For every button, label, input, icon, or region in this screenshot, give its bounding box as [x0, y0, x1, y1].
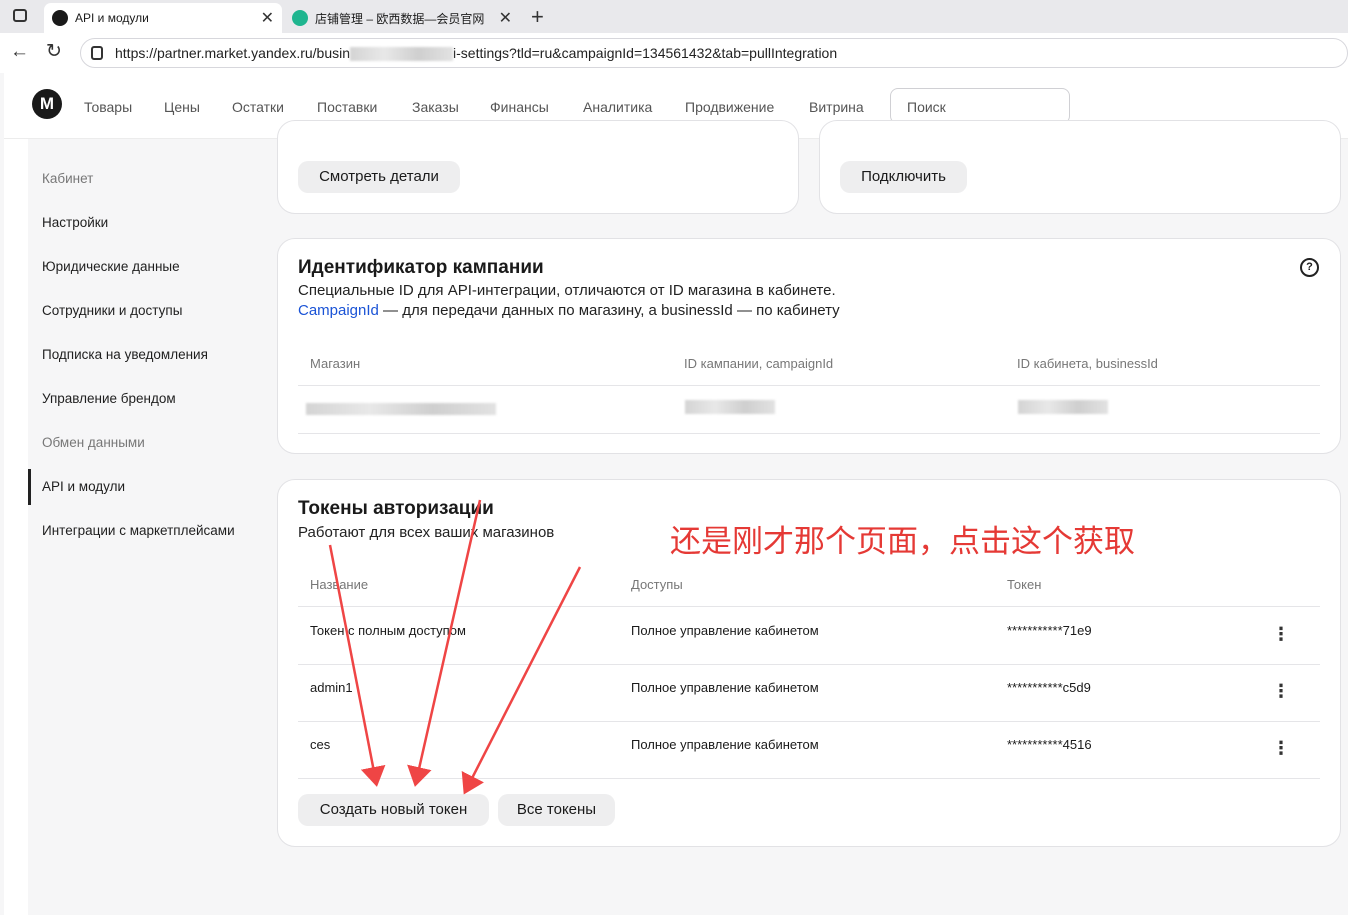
market-logo[interactable]: M — [32, 89, 62, 119]
more-icon[interactable]: ⋮ — [1272, 738, 1290, 759]
campaign-title: Идентификатор кампании — [298, 257, 544, 278]
nav-showcase[interactable]: Витрина — [809, 99, 864, 115]
address-bar: ← ↻ https://partner.market.yandex.ru/bus… — [0, 33, 1348, 73]
nav-stock[interactable]: Остатки — [232, 99, 284, 115]
browser-tab-strip: API и модули ✕ 店铺管理 – 欧西数据—会员官网 ✕ + — [0, 0, 1348, 33]
details-card: Смотреть детали — [277, 120, 799, 214]
divider — [298, 385, 1320, 386]
campaign-id-redacted — [685, 400, 775, 414]
url-suffix: i-settings?tld=ru&campaignId=134561432&t… — [453, 45, 838, 61]
create-token-button[interactable]: Создать новый токен — [298, 794, 489, 826]
help-icon[interactable]: ? — [1300, 258, 1319, 277]
search-input[interactable]: Поиск — [890, 88, 1070, 124]
nav-supplies[interactable]: Поставки — [317, 99, 377, 115]
connect-card: Подключить — [819, 120, 1341, 214]
token-value: ***********4516 — [1007, 737, 1092, 752]
close-icon[interactable]: ✕ — [499, 8, 512, 28]
nav-orders[interactable]: Заказы — [412, 99, 459, 115]
reload-icon[interactable]: ↻ — [46, 40, 62, 63]
tab-api-modules[interactable]: API и модули ✕ — [44, 3, 282, 33]
token-value: ***********71e9 — [1007, 623, 1092, 638]
site-favicon-icon — [292, 10, 308, 26]
annotation-text: 还是刚才那个页面，点击这个获取 — [670, 524, 1135, 560]
store-name-redacted — [306, 403, 496, 415]
divider — [298, 606, 1320, 607]
token-access: Полное управление кабинетом — [631, 737, 819, 752]
column-business-id: ID кабинета, businessId — [1017, 356, 1158, 371]
sidebar-item-api[interactable]: API и модули — [42, 479, 125, 494]
all-tokens-button[interactable]: Все токены — [498, 794, 615, 826]
site-info-icon[interactable] — [91, 46, 103, 60]
sidebar-item-integrations[interactable]: Интеграции с маркетплейсами — [42, 523, 235, 538]
sidebar-gutter — [4, 139, 28, 915]
token-access: Полное управление кабинетом — [631, 680, 819, 695]
nav-analytics[interactable]: Аналитика — [583, 99, 652, 115]
tab-store-management[interactable]: 店铺管理 – 欧西数据—会员官网 ✕ — [284, 3, 520, 33]
divider — [298, 721, 1320, 722]
campaign-description-2: CampaignId — для передачи данных по мага… — [298, 302, 840, 319]
column-store: Магазин — [310, 356, 361, 371]
nav-goods[interactable]: Товары — [84, 99, 132, 115]
sidebar-item-legal[interactable]: Юридические данные — [42, 259, 180, 274]
connect-button[interactable]: Подключить — [840, 161, 967, 193]
column-campaign-id: ID кампании, campaignId — [684, 356, 834, 371]
more-icon[interactable]: ⋮ — [1272, 624, 1290, 645]
view-details-button[interactable]: Смотреть детали — [298, 161, 460, 193]
campaign-id-link[interactable]: CampaignId — [298, 302, 379, 319]
token-name: Токен с полным доступом — [310, 623, 466, 638]
new-tab-icon[interactable]: + — [531, 4, 544, 30]
campaign-description: Специальные ID для API-интеграции, отлич… — [298, 282, 836, 299]
sidebar-nav: Кабинет Настройки Юридические данные Сот… — [28, 139, 272, 915]
back-icon[interactable]: ← — [10, 41, 29, 63]
nav-promotion[interactable]: Продвижение — [685, 99, 774, 115]
url-redacted — [350, 47, 454, 62]
nav-prices[interactable]: Цены — [164, 99, 200, 115]
sidebar-section-cabinet: Кабинет — [42, 171, 94, 186]
campaign-description-rest: — для передачи данных по магазину, а bus… — [378, 302, 840, 319]
sidebar-section-data: Обмен данными — [42, 435, 145, 450]
url-prefix: https://partner.market.yandex.ru/busin — [115, 45, 351, 61]
column-access: Доступы — [631, 577, 683, 592]
close-icon[interactable]: ✕ — [261, 8, 274, 28]
token-name: admin1 — [310, 680, 353, 695]
divider — [298, 778, 1320, 779]
yandex-market-icon — [52, 10, 68, 26]
active-indicator — [28, 469, 31, 505]
token-value: ***********c5d9 — [1007, 680, 1091, 695]
sidebar-item-brand[interactable]: Управление брендом — [42, 391, 176, 406]
column-token: Токен — [1007, 577, 1042, 592]
tab-title: API и модули — [75, 11, 149, 25]
sidebar-item-settings[interactable]: Настройки — [42, 215, 108, 230]
tab-title: 店铺管理 – 欧西数据—会员官网 — [315, 11, 485, 26]
divider — [298, 664, 1320, 665]
tokens-subtitle: Работают для всех ваших магазинов — [298, 524, 555, 541]
sidebar-item-staff[interactable]: Сотрудники и доступы — [42, 303, 182, 318]
column-name: Название — [310, 577, 369, 592]
business-id-redacted — [1018, 400, 1108, 414]
divider — [298, 433, 1320, 434]
tab-actions-icon[interactable] — [13, 9, 27, 22]
more-icon[interactable]: ⋮ — [1272, 681, 1290, 702]
tokens-title: Токены авторизации — [298, 498, 494, 519]
token-access: Полное управление кабинетом — [631, 623, 819, 638]
nav-finance[interactable]: Финансы — [490, 99, 549, 115]
url-field[interactable]: https://partner.market.yandex.ru/busin i-… — [80, 38, 1348, 68]
sidebar-item-notifications[interactable]: Подписка на уведомления — [42, 347, 208, 362]
token-name: ces — [310, 737, 331, 752]
campaign-id-card: Идентификатор кампании ? Специальные ID … — [277, 238, 1341, 454]
